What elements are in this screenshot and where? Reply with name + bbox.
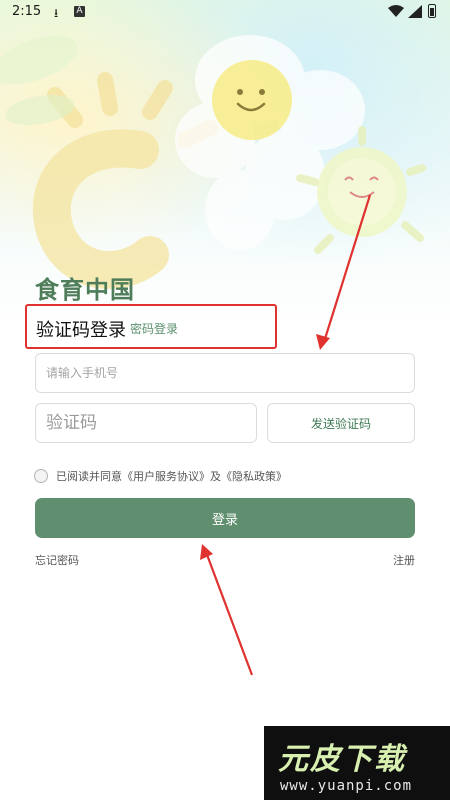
login-screen: 2:15 ⭳ A 食育中国 验证码登录 密码登录 发送验证码 已阅读并同意 《用… — [0, 0, 450, 800]
arrow-to-login — [200, 544, 254, 676]
watermark-brand: 元皮下载 — [278, 742, 406, 777]
annotation-arrows — [200, 194, 372, 676]
arrow-to-tabs — [316, 194, 372, 350]
watermark-logo: 元皮下载 www.yuanpi.com — [264, 726, 450, 800]
watermark-url: www.yuanpi.com — [280, 778, 413, 794]
